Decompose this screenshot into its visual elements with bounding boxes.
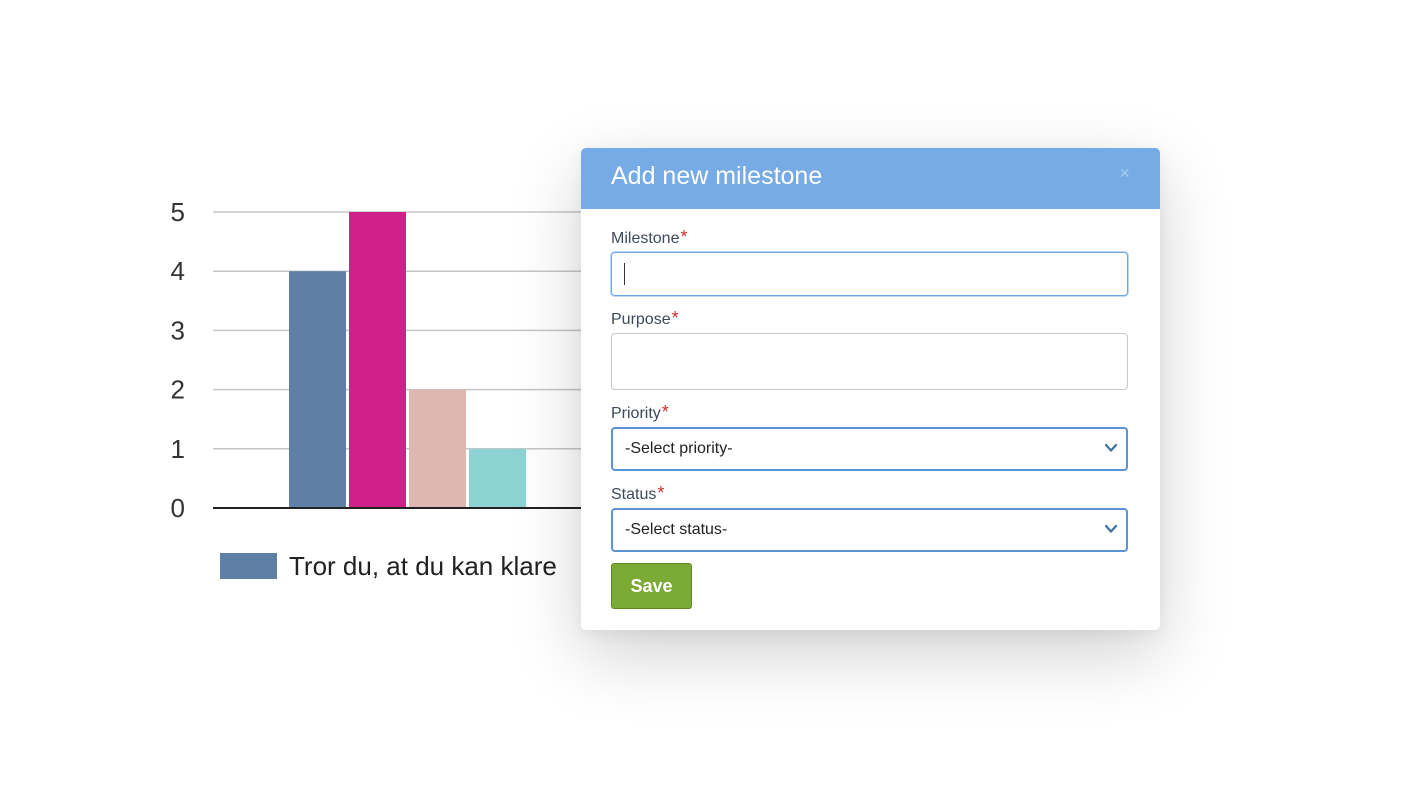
y-tick-label: 4 xyxy=(171,256,185,286)
close-icon[interactable]: × xyxy=(1119,164,1130,182)
purpose-label-text: Purpose xyxy=(611,311,671,328)
required-mark: * xyxy=(657,483,665,503)
text-cursor xyxy=(624,263,625,285)
bar-chart: 0 1 2 3 4 5 xyxy=(171,197,600,523)
required-mark: * xyxy=(680,227,688,247)
priority-select-value: -Select priority- xyxy=(625,440,733,457)
priority-label-text: Priority xyxy=(611,405,661,422)
legend-swatch xyxy=(220,553,277,579)
grid-lines xyxy=(213,211,600,450)
milestone-label-text: Milestone xyxy=(611,230,680,247)
dialog-header: Add new milestone × xyxy=(581,148,1160,209)
required-mark: * xyxy=(671,308,679,328)
required-mark: * xyxy=(661,402,669,422)
y-tick-label: 0 xyxy=(171,493,185,523)
status-label-text: Status xyxy=(611,486,657,503)
milestone-label: Milestone* xyxy=(611,227,688,248)
y-axis-ticks: 0 1 2 3 4 5 xyxy=(171,197,185,523)
y-tick-label: 3 xyxy=(171,315,185,345)
chevron-down-icon xyxy=(1104,524,1118,533)
save-button[interactable]: Save xyxy=(611,563,692,609)
add-milestone-dialog: Add new milestone × Milestone* Purpose* … xyxy=(581,148,1160,630)
bar xyxy=(349,212,406,508)
bars xyxy=(289,212,526,508)
milestone-input[interactable] xyxy=(611,252,1128,296)
priority-select[interactable]: -Select priority- xyxy=(611,427,1128,471)
bar xyxy=(469,448,526,508)
dialog-title: Add new milestone xyxy=(611,162,823,190)
priority-label: Priority* xyxy=(611,402,669,423)
status-select[interactable]: -Select status- xyxy=(611,508,1128,552)
bar xyxy=(289,271,346,508)
y-tick-label: 2 xyxy=(171,375,185,405)
status-label: Status* xyxy=(611,483,664,504)
bar xyxy=(409,389,466,508)
y-tick-label: 1 xyxy=(171,434,185,464)
y-tick-label: 5 xyxy=(171,197,185,227)
legend-label: Tror du, at du kan klare xyxy=(289,550,557,581)
chart-legend: Tror du, at du kan klare xyxy=(220,550,557,582)
purpose-textarea[interactable] xyxy=(611,333,1128,390)
status-select-value: -Select status- xyxy=(625,521,728,538)
screen: 0 1 2 3 4 5 Tror du, at du kan klare Add new … xyxy=(0,0,1405,799)
purpose-label: Purpose* xyxy=(611,308,679,329)
chevron-down-icon xyxy=(1104,443,1118,452)
